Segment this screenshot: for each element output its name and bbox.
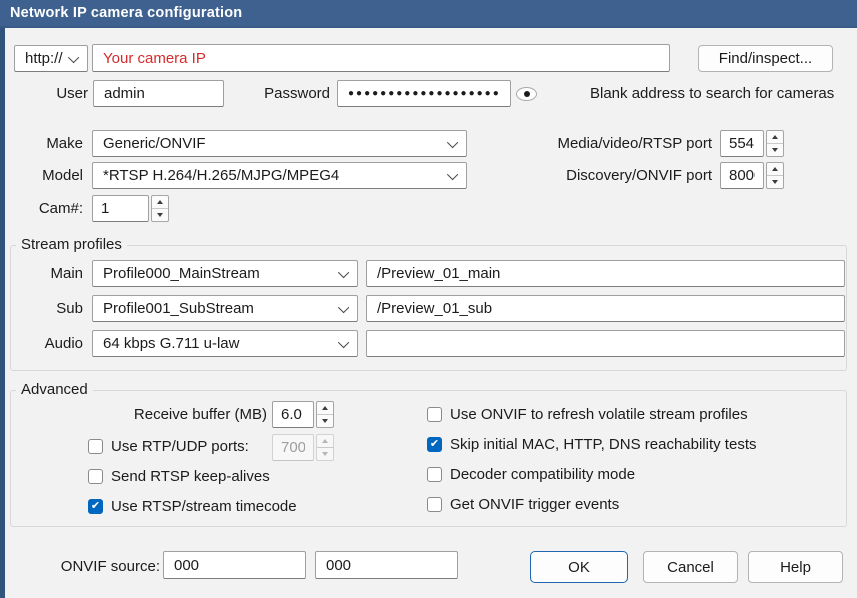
receive-buffer-spinner[interactable] xyxy=(316,401,334,428)
checkbox-icon[interactable] xyxy=(88,469,103,484)
help-button[interactable]: Help xyxy=(748,551,843,583)
spin-down-icon[interactable] xyxy=(767,175,783,188)
spin-up-icon xyxy=(317,435,333,447)
make-select[interactable]: Generic/ONVIF xyxy=(92,130,467,157)
cam-number-input[interactable] xyxy=(92,195,149,222)
trigger-events-label: Get ONVIF trigger events xyxy=(450,496,619,513)
sub-path-input[interactable] xyxy=(366,295,845,322)
media-port-input[interactable] xyxy=(720,130,764,157)
discovery-port-label: Discovery/ONVIF port xyxy=(552,167,712,184)
make-value: Generic/ONVIF xyxy=(103,135,450,152)
cam-number-label: Cam#: xyxy=(30,200,83,217)
eye-pupil xyxy=(524,91,530,97)
trigger-events-checkbox[interactable]: Get ONVIF trigger events xyxy=(427,496,619,513)
spin-down-icon xyxy=(317,447,333,460)
model-value: *RTSP H.264/H.265/MJPG/MPEG4 xyxy=(103,167,450,184)
checkbox-icon[interactable] xyxy=(427,497,442,512)
send-keepalives-label: Send RTSP keep-alives xyxy=(111,468,270,485)
camera-ip-input[interactable] xyxy=(92,44,670,72)
receive-buffer-input[interactable] xyxy=(272,401,314,428)
refresh-profiles-checkbox[interactable]: Use ONVIF to refresh volatile stream pro… xyxy=(427,406,748,423)
model-label: Model xyxy=(30,167,83,184)
send-keepalives-checkbox[interactable]: Send RTSP keep-alives xyxy=(88,468,270,485)
spin-up-icon[interactable] xyxy=(317,402,333,414)
audio-profile-select[interactable]: 64 kbps G.711 u-law xyxy=(92,330,358,357)
onvif-source-input-1[interactable] xyxy=(163,551,306,579)
decoder-compat-label: Decoder compatibility mode xyxy=(450,466,635,483)
window-title: Network IP camera configuration xyxy=(10,5,242,21)
rtp-udp-port-spinner xyxy=(316,434,334,461)
audio-path-input[interactable] xyxy=(366,330,845,357)
make-label: Make xyxy=(30,135,83,152)
discovery-port-input[interactable] xyxy=(720,162,764,189)
rtp-udp-ports-label: Use RTP/UDP ports: xyxy=(111,438,249,455)
advanced-title: Advanced xyxy=(16,381,93,398)
spin-up-icon[interactable] xyxy=(152,196,168,208)
discovery-port-spinner[interactable] xyxy=(766,162,784,189)
stream-timecode-checkbox[interactable]: Use RTSP/stream timecode xyxy=(88,498,297,515)
window-left-border xyxy=(0,28,5,598)
user-input[interactable] xyxy=(93,80,224,107)
main-profile-select[interactable]: Profile000_MainStream xyxy=(92,260,358,287)
main-profile-value: Profile000_MainStream xyxy=(103,265,341,282)
spin-up-icon[interactable] xyxy=(767,131,783,143)
scheme-value: http:// xyxy=(25,50,71,67)
rtp-udp-ports-checkbox[interactable]: Use RTP/UDP ports: xyxy=(88,438,249,455)
cancel-button[interactable]: Cancel xyxy=(643,551,738,583)
reveal-password-icon[interactable] xyxy=(516,87,537,101)
checkbox-icon[interactable] xyxy=(88,439,103,454)
skip-tests-checkbox[interactable]: Skip initial MAC, HTTP, DNS reachability… xyxy=(427,436,756,453)
main-path-input[interactable] xyxy=(366,260,845,287)
checkbox-icon[interactable] xyxy=(427,467,442,482)
spin-up-icon[interactable] xyxy=(767,163,783,175)
audio-stream-label: Audio xyxy=(30,335,83,352)
cam-number-spinner[interactable] xyxy=(151,195,169,222)
audio-profile-value: 64 kbps G.711 u-law xyxy=(103,335,341,352)
media-port-spinner[interactable] xyxy=(766,130,784,157)
stream-timecode-label: Use RTSP/stream timecode xyxy=(111,498,297,515)
find-inspect-button[interactable]: Find/inspect... xyxy=(698,45,833,72)
scheme-select[interactable]: http:// xyxy=(14,45,88,72)
onvif-source-input-2[interactable] xyxy=(315,551,458,579)
skip-tests-label: Skip initial MAC, HTTP, DNS reachability… xyxy=(450,436,756,453)
model-select[interactable]: *RTSP H.264/H.265/MJPG/MPEG4 xyxy=(92,162,467,189)
receive-buffer-label: Receive buffer (MB) xyxy=(117,406,267,423)
user-label: User xyxy=(30,85,88,102)
decoder-compat-checkbox[interactable]: Decoder compatibility mode xyxy=(427,466,635,483)
rtp-udp-port-input xyxy=(272,434,314,461)
blank-address-hint: Blank address to search for cameras xyxy=(590,85,834,102)
title-bar: Network IP camera configuration xyxy=(0,0,857,28)
media-port-label: Media/video/RTSP port xyxy=(552,135,712,152)
spin-down-icon[interactable] xyxy=(767,143,783,156)
ok-button[interactable]: OK xyxy=(530,551,628,583)
spin-down-icon[interactable] xyxy=(317,414,333,427)
main-stream-label: Main xyxy=(30,265,83,282)
password-label: Password xyxy=(255,85,330,102)
spin-down-icon[interactable] xyxy=(152,208,168,221)
sub-profile-value: Profile001_SubStream xyxy=(103,300,341,317)
onvif-source-label: ONVIF source: xyxy=(60,558,160,575)
password-input[interactable] xyxy=(337,80,511,107)
stream-profiles-title: Stream profiles xyxy=(16,236,127,253)
sub-stream-label: Sub xyxy=(30,300,83,317)
checkbox-icon[interactable] xyxy=(427,407,442,422)
checkbox-icon[interactable] xyxy=(427,437,442,452)
sub-profile-select[interactable]: Profile001_SubStream xyxy=(92,295,358,322)
checkbox-icon[interactable] xyxy=(88,499,103,514)
refresh-profiles-label: Use ONVIF to refresh volatile stream pro… xyxy=(450,406,748,423)
